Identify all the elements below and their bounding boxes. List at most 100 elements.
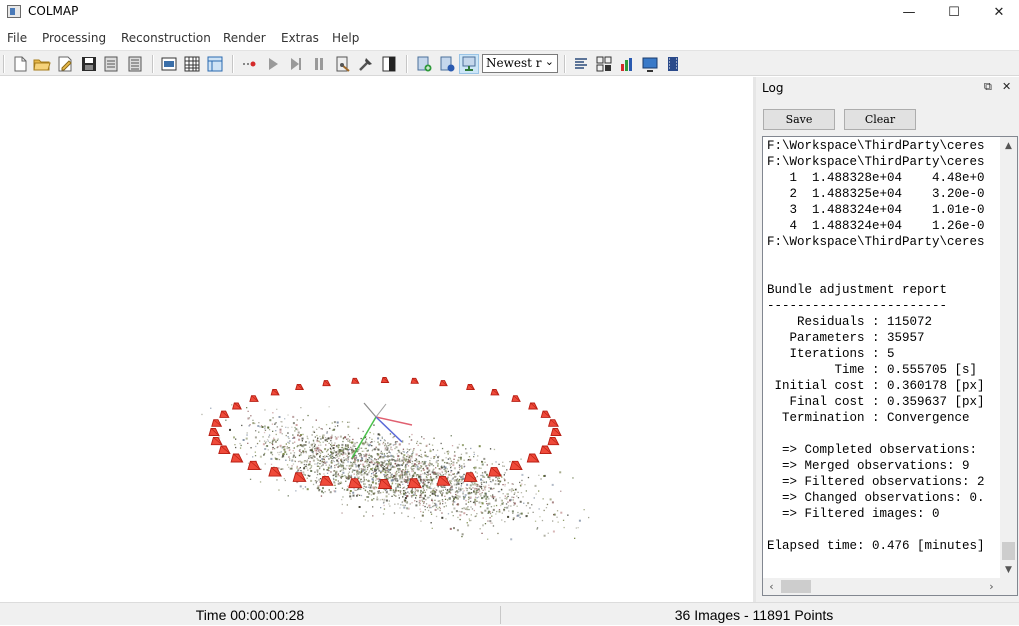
save-project-icon[interactable] xyxy=(80,55,98,73)
scroll-left-icon[interactable]: ‹ xyxy=(763,578,780,595)
point-cloud-point xyxy=(371,438,373,440)
render-options-icon[interactable] xyxy=(572,55,590,73)
log-vertical-scrollbar[interactable]: ▲ ▼ xyxy=(1000,137,1017,578)
point-cloud-point xyxy=(305,441,307,443)
export-icon[interactable] xyxy=(126,55,144,73)
point-cloud-point xyxy=(401,501,404,503)
play-icon[interactable] xyxy=(264,55,282,73)
new-project-icon[interactable] xyxy=(11,55,29,73)
point-cloud-point xyxy=(306,467,308,469)
point-cloud-point xyxy=(331,453,333,455)
float-dock-icon[interactable]: ⧉ xyxy=(984,80,992,94)
point-cloud-point xyxy=(383,439,386,441)
feature-matching-icon[interactable] xyxy=(183,55,201,73)
point-cloud-point xyxy=(504,480,506,482)
menu-reconstruction[interactable]: Reconstruction xyxy=(121,31,211,45)
point-cloud-point xyxy=(349,495,352,498)
show-log-icon[interactable] xyxy=(459,54,479,74)
movie-icon[interactable] xyxy=(664,55,682,73)
import-icon[interactable] xyxy=(102,55,120,73)
minimize-button[interactable]: — xyxy=(886,0,932,24)
menu-file[interactable]: File xyxy=(7,31,27,45)
open-project-icon[interactable] xyxy=(33,55,51,73)
point-cloud-point xyxy=(385,499,388,502)
point-cloud-point xyxy=(476,485,479,488)
point-cloud-point xyxy=(276,426,278,428)
database-icon[interactable] xyxy=(206,55,224,73)
scroll-down-icon[interactable]: ▼ xyxy=(1000,561,1017,578)
log-save-button[interactable]: Save xyxy=(763,109,835,130)
scroll-thumb[interactable] xyxy=(1002,542,1015,560)
point-cloud-point xyxy=(294,430,296,432)
point-cloud-point xyxy=(302,488,304,490)
start-reconstruction-icon[interactable] xyxy=(240,55,258,73)
point-cloud-point xyxy=(431,471,434,474)
close-button[interactable]: ✕ xyxy=(976,0,1019,24)
point-cloud-scene[interactable] xyxy=(0,77,753,602)
grab-image-icon[interactable] xyxy=(595,55,613,73)
point-cloud-point xyxy=(489,487,492,490)
point-cloud-point xyxy=(388,451,390,453)
point-cloud-point xyxy=(452,464,455,467)
edit-project-icon[interactable] xyxy=(56,55,74,73)
point-cloud-point xyxy=(427,482,429,484)
render-icon[interactable] xyxy=(380,55,398,73)
log-horizontal-scrollbar[interactable]: ‹ › xyxy=(763,578,1017,595)
point-cloud-point xyxy=(473,509,475,512)
scroll-thumb[interactable] xyxy=(781,580,811,593)
scroll-up-icon[interactable]: ▲ xyxy=(1000,137,1017,154)
menu-processing[interactable]: Processing xyxy=(42,31,106,45)
point-cloud-point xyxy=(447,513,450,515)
menu-extras[interactable]: Extras xyxy=(281,31,319,45)
display-icon[interactable] xyxy=(641,55,659,73)
point-cloud-point xyxy=(459,468,461,471)
point-cloud-point xyxy=(395,471,397,473)
reconstruction-stats-icon[interactable] xyxy=(415,55,433,73)
point-cloud-point xyxy=(543,534,546,537)
scroll-right-icon[interactable]: › xyxy=(983,578,1000,595)
log-text-area[interactable]: F:\Workspace\ThirdParty\ceres F:\Workspac… xyxy=(762,136,1018,596)
point-cloud-point xyxy=(330,471,332,473)
bundle-adjustment-icon[interactable] xyxy=(334,55,352,73)
point-cloud-point xyxy=(389,455,391,457)
point-cloud-point xyxy=(453,507,456,510)
maximize-button[interactable]: ☐ xyxy=(931,0,977,24)
point-cloud-point xyxy=(478,467,480,469)
reconstruction-3d-viewport[interactable] xyxy=(0,77,753,602)
point-cloud-point xyxy=(493,487,495,490)
dense-reconstruction-icon[interactable] xyxy=(357,55,375,73)
point-cloud-point xyxy=(516,514,519,517)
point-cloud-point xyxy=(354,463,356,465)
point-cloud-point xyxy=(292,434,294,436)
point-cloud-point xyxy=(517,491,519,493)
point-cloud-point xyxy=(442,500,444,503)
point-cloud-point xyxy=(465,499,467,502)
feature-extraction-icon[interactable] xyxy=(160,55,178,73)
point-cloud-point xyxy=(504,472,506,474)
step-icon[interactable] xyxy=(287,55,305,73)
close-dock-icon[interactable]: ✕ xyxy=(1002,80,1011,93)
reconstruction-select[interactable]: Newest r ⌄ xyxy=(482,54,558,73)
point-cloud-point xyxy=(404,504,406,507)
match-matrix-icon[interactable] xyxy=(438,55,456,73)
pause-icon[interactable] xyxy=(310,55,328,73)
point-cloud-point xyxy=(491,463,493,465)
point-cloud-point xyxy=(493,448,496,451)
point-cloud-point xyxy=(509,498,512,501)
point-cloud-point xyxy=(303,467,306,470)
menu-help[interactable]: Help xyxy=(332,31,359,45)
point-cloud-point xyxy=(201,413,203,416)
point-cloud-point xyxy=(397,467,399,470)
point-cloud-point xyxy=(437,459,439,462)
chart-icon[interactable] xyxy=(618,55,636,73)
log-clear-button[interactable]: Clear xyxy=(844,109,916,130)
point-cloud-point xyxy=(398,449,400,452)
point-cloud-point xyxy=(456,529,459,532)
point-cloud-point xyxy=(498,510,501,513)
point-cloud-point xyxy=(481,488,483,490)
menu-render[interactable]: Render xyxy=(223,31,266,45)
point-cloud-point xyxy=(448,451,450,453)
point-cloud-point xyxy=(352,469,354,471)
point-cloud-point xyxy=(318,444,320,446)
point-cloud-point xyxy=(385,495,388,498)
